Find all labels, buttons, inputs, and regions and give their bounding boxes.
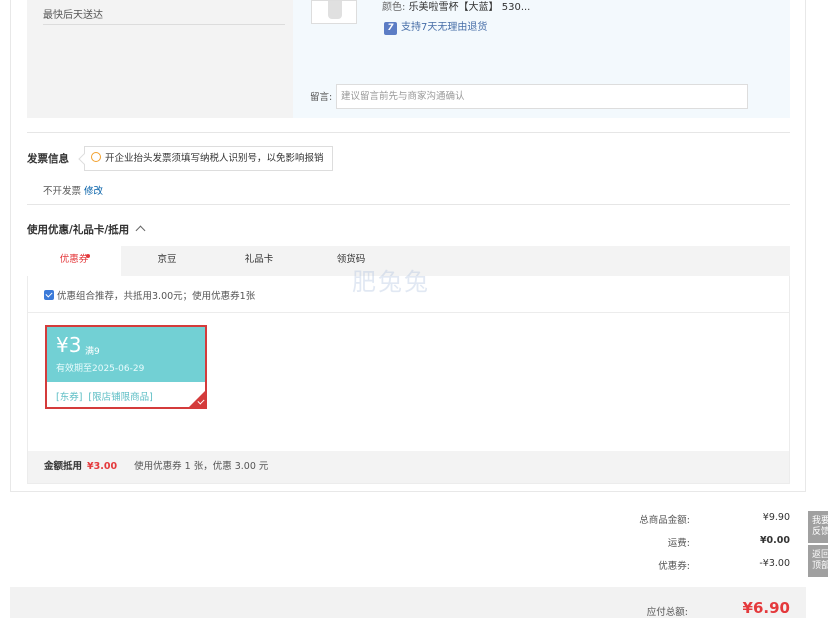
section-divider [27,132,790,133]
divider [28,312,789,313]
product-color-value: 乐美啦雪杯【大蓝】 530... [408,2,531,13]
section-divider [27,204,790,205]
return-policy-text: 支持7天无理由退货 [401,22,488,33]
coupon-panel: 优惠组合推荐，共抵用3.00元；使用优惠券1张 ¥3 满9 有效期至2025-0… [27,276,790,484]
coupon-expiry: 有效期至2025-06-29 [56,364,145,374]
coupon-tags: [东券] [限店铺限商品] [56,389,159,403]
tab-redeem-code[interactable]: 领货码 [305,246,397,276]
divider [43,24,285,25]
message-input[interactable]: 建议留言前先与商家沟通确认 [336,84,748,109]
coupon-tag: [限店铺限商品] [88,392,153,403]
total-goods-row: 总商品金额: ¥9.90 [530,512,790,526]
product-thumbnail[interactable] [311,0,357,24]
checkout-page: 最快后天送达 颜色: 乐美啦雪杯【大蓝】 530... 7 支持7天无理由退货 留… [0,0,828,618]
invoice-status: 不开发票 修改 [43,183,103,197]
invoice-title: 发票信息 [27,153,69,165]
feedback-button[interactable]: 我要 反馈 [808,511,828,543]
tab-jingdou[interactable]: 京豆 [121,246,213,276]
total-goods-value: ¥9.90 [762,512,790,523]
coupon-card[interactable]: ¥3 满9 有效期至2025-06-29 [东券] [限店铺限商品] [45,325,207,409]
new-dot-icon [86,254,90,258]
tab-gift-card[interactable]: 礼品卡 [213,246,305,276]
product-panel: 颜色: 乐美啦雪杯【大蓝】 530... 7 支持7天无理由退货 留言: 建议留言… [293,0,790,118]
shipping-fee-row: 运费: ¥0.00 [530,535,790,549]
payable-bar: 应付总额: ¥6.90 [10,587,806,618]
combo-checkbox[interactable] [44,290,54,300]
chevron-up-icon[interactable] [135,225,146,236]
invoice-tip: 开企业抬头发票须填写纳税人识别号，以免影响报销 [78,146,333,171]
discount-summary: 金额抵用 ¥3.00 使用优惠券 1 张，优惠 3.00 元 [28,451,789,483]
tab-coupon[interactable]: 优惠券 [27,246,121,276]
discount-summary-note: 使用优惠券 1 张，优惠 3.00 元 [134,461,269,472]
discount-title-text: 使用优惠/礼品卡/抵用 [27,224,130,236]
discount-title[interactable]: 使用优惠/礼品卡/抵用 [27,222,146,237]
tab-coupon-label: 优惠券 [59,254,89,265]
discount-summary-amount: ¥3.00 [87,461,118,472]
discount-summary-label: 金额抵用 [44,461,83,472]
combo-recommend[interactable]: 优惠组合推荐，共抵用3.00元；使用优惠券1张 [44,288,255,302]
coupon-total-row: 优惠券: -¥3.00 [530,558,790,572]
coupon-condition: 满9 [85,347,100,357]
seven-day-return-icon: 7 [384,22,397,35]
return-policy: 7 支持7天无理由退货 [384,18,487,35]
discount-tabs: 优惠券 京豆 礼品卡 领货码 [27,246,790,276]
lightbulb-icon [91,152,101,162]
coupon-total-label: 优惠券: [658,561,690,572]
coupon-amount: ¥3 [56,333,82,357]
payable-label: 应付总额: [646,607,688,618]
invoice-tip-text: 开企业抬头发票须填写纳税人识别号，以免影响报销 [105,153,324,164]
message-label: 留言: [310,92,333,103]
combo-text: 优惠组合推荐，共抵用3.00元；使用优惠券1张 [57,291,256,302]
coupon-header: ¥3 满9 有效期至2025-06-29 [47,327,205,382]
back-to-top-button[interactable]: 返回 顶部 [808,545,828,577]
invoice-edit-link[interactable]: 修改 [84,186,103,197]
coupon-tag: [东券] [56,392,83,403]
delivery-panel: 最快后天送达 [27,0,293,118]
total-goods-label: 总商品金额: [639,515,690,526]
payable-value: ¥6.90 [742,599,790,617]
product-color: 颜色: 乐美啦雪杯【大蓝】 530... [382,2,531,13]
delivery-eta: 最快后天送达 [43,10,103,21]
coupon-total-value: -¥3.00 [759,558,790,569]
shipping-fee-value: ¥0.00 [759,535,790,546]
shipping-fee-label: 运费: [667,538,690,549]
invoice-status-text: 不开发票 [43,186,82,197]
